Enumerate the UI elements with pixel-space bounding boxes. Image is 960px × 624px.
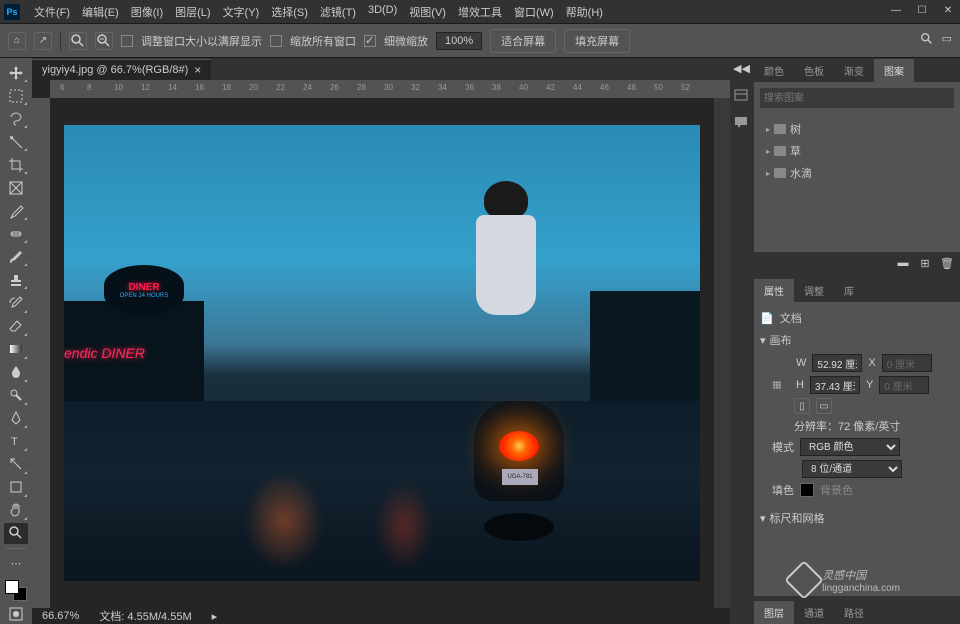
options-bar: ⌂ ↗ 调整窗口大小以满屏显示 缩放所有窗口 细微缩放 100% 适合屏幕 填充… xyxy=(0,24,960,58)
vertical-ruler[interactable] xyxy=(32,98,50,608)
history-brush-tool[interactable] xyxy=(4,292,28,313)
menu-选择(S)[interactable]: 选择(S) xyxy=(265,1,314,23)
bit-depth-select[interactable]: 8 位/通道 xyxy=(802,460,902,478)
path-tool[interactable] xyxy=(4,454,28,475)
arrow-icon[interactable]: ↗ xyxy=(34,32,52,50)
comment-panel-icon[interactable] xyxy=(733,114,751,132)
dodge-tool[interactable] xyxy=(4,385,28,406)
tab-库[interactable]: 库 xyxy=(834,279,864,302)
menu-滤镜(T)[interactable]: 滤镜(T) xyxy=(314,1,362,23)
menu-窗口(W)[interactable]: 窗口(W) xyxy=(508,1,560,23)
close-tab-icon[interactable]: × xyxy=(194,63,201,77)
lasso-tool[interactable] xyxy=(4,108,28,129)
tab-图案[interactable]: 图案 xyxy=(874,59,914,82)
home-icon[interactable]: ⌂ xyxy=(8,32,26,50)
gradient-tool[interactable] xyxy=(4,339,28,360)
folder-icon[interactable]: ▬ xyxy=(896,256,910,270)
scale-all-checkbox[interactable]: 缩放所有窗口 xyxy=(270,33,356,49)
zoom-out-icon[interactable] xyxy=(95,32,113,50)
maximize-button[interactable]: ☐ xyxy=(914,2,930,18)
zoom-value-input[interactable]: 100% xyxy=(436,32,482,50)
hand-tool[interactable] xyxy=(4,500,28,521)
fill-color-swatch[interactable] xyxy=(800,483,814,497)
document-tab[interactable]: yigyiy4.jpg @ 66.7%(RGB/8#) × xyxy=(32,59,211,80)
frame-tool[interactable] xyxy=(4,177,28,198)
tree-item[interactable]: ▸草 xyxy=(760,140,954,162)
tab-属性[interactable]: 属性 xyxy=(754,279,794,302)
tab-路径[interactable]: 路径 xyxy=(834,601,874,624)
status-bar: 66.67% 文档: 4.55M/4.55M ▸ xyxy=(32,608,730,624)
wand-tool[interactable] xyxy=(4,131,28,152)
marquee-tool[interactable] xyxy=(4,85,28,106)
shape-tool[interactable] xyxy=(4,477,28,498)
menu-帮助(H)[interactable]: 帮助(H) xyxy=(560,1,609,23)
tab-颜色[interactable]: 颜色 xyxy=(754,59,794,82)
edit-toolbar[interactable]: ⋯ xyxy=(4,553,28,574)
menu-图层(L)[interactable]: 图层(L) xyxy=(169,1,216,23)
close-button[interactable]: ✕ xyxy=(940,2,956,18)
quickmask-tool[interactable] xyxy=(4,603,28,624)
vertical-scrollbar[interactable] xyxy=(714,98,730,608)
minimize-button[interactable]: — xyxy=(888,2,904,18)
move-tool[interactable] xyxy=(4,62,28,83)
canvas-image[interactable]: DINEROPEN 24 HOURS endic DINER UGA-781 xyxy=(64,125,700,581)
tab-调整[interactable]: 调整 xyxy=(794,279,834,302)
landscape-icon[interactable]: ▭ xyxy=(816,398,832,414)
doc-info-status[interactable]: 文档: 4.55M/4.55M xyxy=(99,608,191,624)
resolution-label: 分辨率：72 像素/英寸 xyxy=(794,418,900,434)
resize-windows-checkbox[interactable]: 调整窗口大小以满屏显示 xyxy=(121,33,262,49)
type-tool[interactable]: T xyxy=(4,431,28,452)
portrait-icon[interactable]: ▯ xyxy=(794,398,810,414)
menu-图像(I)[interactable]: 图像(I) xyxy=(125,1,169,23)
menu-文字(Y)[interactable]: 文字(Y) xyxy=(217,1,266,23)
menu-3D(D)[interactable]: 3D(D) xyxy=(362,1,403,23)
fill-screen-button[interactable]: 填充屏幕 xyxy=(564,29,630,53)
tree-item[interactable]: ▸树 xyxy=(760,118,954,140)
tab-渐变[interactable]: 渐变 xyxy=(834,59,874,82)
menu-编辑(E)[interactable]: 编辑(E) xyxy=(76,1,125,23)
horizontal-ruler[interactable]: 6810121416182022242628303234363840424446… xyxy=(50,80,730,98)
link-icon[interactable]: 𐄳 xyxy=(772,378,790,393)
svg-text:T: T xyxy=(11,436,18,448)
fine-zoom-checkbox[interactable]: 细微缩放 xyxy=(364,33,428,49)
blur-tool[interactable] xyxy=(4,362,28,383)
document-area: yigyiy4.jpg @ 66.7%(RGB/8#) × 6810121416… xyxy=(32,58,730,624)
new-item-icon[interactable]: ⊞ xyxy=(918,256,932,270)
eyedropper-tool[interactable] xyxy=(4,200,28,221)
trash-icon[interactable]: 🗑 xyxy=(940,256,954,270)
brush-tool[interactable] xyxy=(4,246,28,267)
collapse-icon[interactable]: ◀◀ xyxy=(733,62,751,80)
menu-视图(V)[interactable]: 视图(V) xyxy=(403,1,452,23)
pattern-search-input[interactable] xyxy=(760,88,954,108)
app-logo: Ps xyxy=(4,4,20,20)
pen-tool[interactable] xyxy=(4,408,28,429)
stamp-tool[interactable] xyxy=(4,269,28,290)
right-panels: ◀◀ 颜色色板渐变图案 ▸树▸草▸水滴 ▬ ⊞ 🗑 属性调整库 📄文档 ▾画布 xyxy=(730,58,960,624)
canvas-y-input[interactable] xyxy=(879,376,929,394)
tree-item[interactable]: ▸水滴 xyxy=(760,162,954,184)
history-panel-icon[interactable] xyxy=(733,88,751,106)
tab-色板[interactable]: 色板 xyxy=(794,59,834,82)
tab-通道[interactable]: 通道 xyxy=(794,601,834,624)
canvas-width-input[interactable] xyxy=(812,354,862,372)
tab-图层[interactable]: 图层 xyxy=(754,601,794,624)
canvas-height-input[interactable] xyxy=(810,376,860,394)
heal-tool[interactable] xyxy=(4,223,28,244)
menu-文件(F)[interactable]: 文件(F) xyxy=(28,1,76,23)
menu-增效工具[interactable]: 增效工具 xyxy=(452,1,508,23)
crop-tool[interactable] xyxy=(4,154,28,175)
fit-screen-button[interactable]: 适合屏幕 xyxy=(490,29,556,53)
canvas-x-input[interactable] xyxy=(882,354,932,372)
zoom-tool[interactable] xyxy=(4,523,28,544)
menu-bar: Ps 文件(F)编辑(E)图像(I)图层(L)文字(Y)选择(S)滤镜(T)3D… xyxy=(0,0,960,24)
search-icon[interactable] xyxy=(920,32,934,49)
zoom-tool-icon[interactable] xyxy=(69,32,87,50)
zoom-status[interactable]: 66.67% xyxy=(42,610,79,622)
eraser-tool[interactable] xyxy=(4,316,28,337)
color-swatches[interactable] xyxy=(5,580,27,601)
tools-panel: T ⋯ xyxy=(0,58,32,624)
workspace-icon[interactable]: ▭ xyxy=(942,32,952,49)
color-mode-select[interactable]: RGB 颜色 xyxy=(800,438,900,456)
